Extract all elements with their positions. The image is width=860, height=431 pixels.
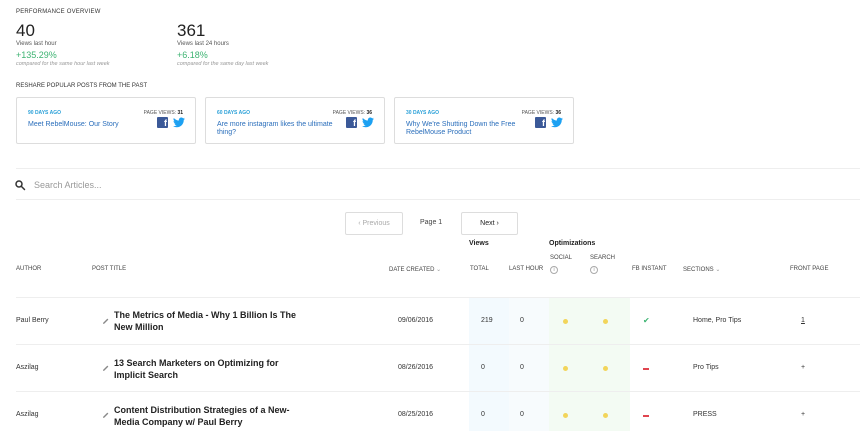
divider bbox=[16, 168, 860, 169]
search-input[interactable] bbox=[34, 177, 434, 193]
twitter-icon[interactable] bbox=[362, 117, 374, 128]
card-age: 30 DAYS AGO bbox=[406, 110, 439, 116]
post-title-header[interactable]: POST TITLE bbox=[92, 266, 126, 272]
search-icon bbox=[15, 180, 26, 191]
stat-value: 361 bbox=[177, 21, 206, 40]
card-page-views: PAGE VIEWS: 36 bbox=[332, 110, 372, 116]
sections-header[interactable]: SECTIONS ⌄ bbox=[683, 266, 720, 273]
stat-views-last-hour: 40 Views last hour +135.29% compared for… bbox=[16, 21, 110, 68]
card-title[interactable]: Why We're Shutting Down the Free RebelMo… bbox=[406, 121, 531, 137]
social-header[interactable]: SOCIAL bbox=[550, 255, 572, 261]
add-front-page-button[interactable]: + bbox=[801, 364, 805, 371]
reshare-card[interactable]: 30 DAYS AGO PAGE VIEWS: 36 Why We're Shu… bbox=[394, 97, 574, 144]
last-hour-header[interactable]: LAST HOUR bbox=[509, 266, 543, 272]
total-cell: 0 bbox=[481, 364, 485, 371]
post-title-link[interactable]: The Metrics of Media - Why 1 Billion Is … bbox=[114, 309, 299, 333]
performance-overview-label: PERFORMANCE OVERVIEW bbox=[16, 9, 101, 15]
optimizations-group-header: Optimizations bbox=[549, 240, 596, 247]
stat-label: Views last 24 hours bbox=[177, 41, 229, 47]
minus-icon[interactable] bbox=[643, 415, 649, 417]
author-cell[interactable]: Aszilag bbox=[16, 411, 39, 418]
card-page-views: PAGE VIEWS: 36 bbox=[521, 110, 561, 116]
social-column-shade bbox=[549, 297, 590, 431]
author-cell[interactable]: Aszilag bbox=[16, 364, 39, 371]
facebook-icon[interactable]: f bbox=[157, 117, 168, 128]
social-status-dot[interactable] bbox=[563, 319, 568, 324]
pencil-icon[interactable] bbox=[102, 364, 110, 372]
card-title[interactable]: Meet RebelMouse: Our Story bbox=[28, 121, 153, 129]
twitter-icon[interactable] bbox=[173, 117, 185, 128]
divider bbox=[16, 199, 860, 200]
total-cell: 219 bbox=[481, 317, 493, 324]
search-status-dot[interactable] bbox=[603, 319, 608, 324]
chevron-down-icon: ⌄ bbox=[715, 267, 721, 273]
twitter-icon[interactable] bbox=[551, 117, 563, 128]
row-divider bbox=[16, 344, 860, 345]
date-cell: 08/25/2016 bbox=[398, 411, 434, 418]
check-icon[interactable]: ✔ bbox=[643, 316, 650, 325]
post-title-link[interactable]: 13 Search Marketers on Optimizing for Im… bbox=[114, 357, 299, 381]
total-cell: 0 bbox=[481, 411, 485, 418]
stat-compare: compared for the same hour last week bbox=[16, 61, 110, 67]
front-page-link[interactable]: 1 bbox=[801, 317, 805, 324]
page-indicator: Page 1 bbox=[420, 219, 443, 226]
sections-cell[interactable]: Home, Pro Tips bbox=[693, 317, 741, 324]
total-header[interactable]: TOTAL bbox=[470, 266, 489, 272]
last-hour-cell: 0 bbox=[520, 317, 524, 324]
stat-views-last-24h: 361 Views last 24 hours +6.18% compared … bbox=[177, 21, 269, 68]
reshare-card[interactable]: 60 DAYS AGO PAGE VIEWS: 36 Are more inst… bbox=[205, 97, 385, 144]
date-created-header[interactable]: DATE CREATED ⌄ bbox=[389, 266, 441, 273]
row-divider bbox=[16, 391, 860, 392]
search-status-dot[interactable] bbox=[603, 366, 608, 371]
pencil-icon[interactable] bbox=[102, 317, 110, 325]
chevron-down-icon: ⌄ bbox=[436, 267, 442, 273]
facebook-icon[interactable]: f bbox=[535, 117, 546, 128]
card-title[interactable]: Are more instagram likes the ultimate th… bbox=[217, 121, 342, 137]
social-status-dot[interactable] bbox=[563, 413, 568, 418]
search-column-shade bbox=[590, 297, 630, 431]
pencil-icon[interactable] bbox=[102, 411, 110, 419]
fb-instant-header[interactable]: FB INSTANT bbox=[632, 266, 667, 272]
card-page-views: PAGE VIEWS: 31 bbox=[143, 110, 183, 116]
post-title-link[interactable]: Content Distribution Strategies of a New… bbox=[114, 404, 299, 428]
reshare-card[interactable]: 90 DAYS AGO PAGE VIEWS: 31 Meet RebelMou… bbox=[16, 97, 196, 144]
stat-compare: compared for the same day last week bbox=[177, 61, 269, 67]
sections-cell[interactable]: Pro Tips bbox=[693, 364, 719, 371]
search-header[interactable]: SEARCH bbox=[590, 255, 615, 261]
add-front-page-button[interactable]: + bbox=[801, 411, 805, 418]
info-icon[interactable]: i bbox=[590, 266, 598, 274]
minus-icon[interactable] bbox=[643, 368, 649, 370]
stat-change: +6.18% bbox=[177, 50, 208, 60]
author-header[interactable]: AUTHOR bbox=[16, 266, 41, 272]
info-icon[interactable]: i bbox=[550, 266, 558, 274]
stat-value: 40 bbox=[16, 21, 35, 40]
search-status-dot[interactable] bbox=[603, 413, 608, 418]
last-hour-column-shade bbox=[509, 297, 549, 431]
next-page-button[interactable]: Next › bbox=[461, 212, 518, 235]
card-age: 60 DAYS AGO bbox=[217, 110, 250, 116]
previous-page-button[interactable]: ‹ Previous bbox=[345, 212, 403, 235]
facebook-icon[interactable]: f bbox=[346, 117, 357, 128]
row-divider bbox=[16, 297, 860, 298]
date-cell: 08/26/2016 bbox=[398, 364, 434, 371]
views-group-header: Views bbox=[469, 240, 489, 247]
stat-change: +135.29% bbox=[16, 50, 57, 60]
reshare-label: RESHARE POPULAR POSTS FROM THE PAST bbox=[16, 83, 148, 89]
social-status-dot[interactable] bbox=[563, 366, 568, 371]
card-age: 90 DAYS AGO bbox=[28, 110, 61, 116]
date-cell: 09/06/2016 bbox=[398, 317, 434, 324]
sections-cell[interactable]: PRESS bbox=[693, 411, 717, 418]
last-hour-cell: 0 bbox=[520, 364, 524, 371]
stat-label: Views last hour bbox=[16, 41, 57, 47]
author-cell[interactable]: Paul Berry bbox=[16, 317, 49, 324]
last-hour-cell: 0 bbox=[520, 411, 524, 418]
front-page-header[interactable]: FRONT PAGE bbox=[790, 266, 828, 272]
